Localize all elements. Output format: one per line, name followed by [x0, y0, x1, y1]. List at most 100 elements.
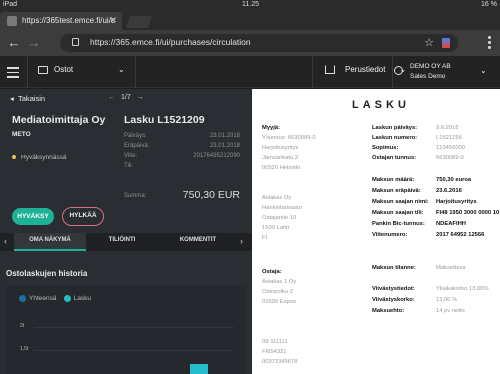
- next-arrow-icon[interactable]: →: [137, 94, 144, 101]
- cart-icon: [38, 65, 48, 74]
- bar-lasku[interactable]: [190, 363, 208, 374]
- tab-title: https://365test.emce.fi/ui/c: [22, 16, 115, 25]
- extension-icon[interactable]: [442, 38, 450, 48]
- field-value: L1521256: [436, 135, 462, 141]
- field-value: 9.6.2016: [436, 125, 459, 131]
- customer-block: Asiakas Oy Hankintaosasto Ostajantie 10 …: [262, 193, 302, 243]
- field-value: 2017 64952 12566: [436, 232, 485, 238]
- seller-line: Jämsänkatu 2: [262, 155, 299, 161]
- tab-kommentit[interactable]: KOMMENTIT: [158, 237, 238, 243]
- invoice-sum: Summa: 750,30 EUR: [124, 189, 240, 201]
- meta-row: Päiväys: 23.01.2018: [124, 133, 240, 143]
- browser-tab-strip: https://365test.emce.fi/ui/c ✕: [0, 10, 500, 30]
- buyer-line: Ostopolku 2: [262, 289, 293, 295]
- pager: ← 1/7 →: [108, 94, 144, 101]
- status-badge: Hyväksynnässä: [12, 154, 67, 161]
- prev-arrow-icon[interactable]: ←: [108, 94, 115, 101]
- field-value: 750,30 euroa: [436, 177, 472, 183]
- meta-row: Tili:: [124, 163, 240, 173]
- app-header: Ostot ⌄ Perustiedot ⌄ DEMO OY AB Sales De…: [0, 56, 500, 88]
- field-label: Maksun eräpäivä:: [372, 188, 421, 194]
- tab-oma-nakyma[interactable]: OMA NÄKYMÄ: [14, 237, 86, 243]
- customer-line: Hankintaosasto: [262, 205, 302, 211]
- divider: [312, 56, 313, 88]
- divider: [27, 56, 28, 88]
- field-label: Viivästyskorko:: [372, 297, 415, 303]
- hamburger-menu-icon[interactable]: [7, 67, 19, 81]
- contact-line: FI654321: [262, 349, 287, 355]
- legend-swatch[interactable]: [63, 295, 71, 302]
- status-label: Hyväksynnässä: [21, 154, 67, 161]
- address-bar[interactable]: https://365.emce.fi/ui/purchases/circula…: [60, 34, 458, 52]
- field-value: 123456000: [436, 145, 466, 151]
- close-tab-icon[interactable]: ✕: [109, 15, 117, 26]
- browser-tab-active[interactable]: https://365test.emce.fi/ui/c ✕: [0, 12, 122, 30]
- invoice-detail-panel: ◂ Takaisin ← 1/7 → Mediatoimittaja Oy METO…: [0, 89, 252, 374]
- legend-swatch[interactable]: [19, 295, 26, 302]
- field-label: Maksun tilanne:: [372, 265, 416, 271]
- customer-line: Asiakas Oy: [262, 195, 292, 201]
- customer-line: FI: [262, 235, 268, 241]
- browser-menu-icon[interactable]: [488, 36, 492, 51]
- meta-value: 20176495212090: [193, 153, 240, 159]
- field-value: Harjoitusyritys: [436, 199, 477, 205]
- chevron-down-icon: ⌄: [480, 66, 487, 75]
- battery-level: 16 %: [481, 1, 497, 8]
- seller-label: Myyjä:: [262, 125, 281, 131]
- buyer-line: 02600 Espoo: [262, 299, 297, 305]
- module-label: Ostot: [54, 65, 74, 74]
- tabs-right-arrow-icon[interactable]: ›: [240, 236, 243, 246]
- user-name: Sales Demo: [410, 73, 446, 80]
- field-label: Laskun päiväys:: [372, 125, 418, 131]
- meta-label: Viite:: [124, 153, 138, 159]
- chevron-down-icon: ⌄: [118, 65, 125, 74]
- meta-label: Päiväys:: [124, 133, 147, 139]
- customer-line: 1500 Lahti: [262, 225, 290, 231]
- field-value: Maksettava: [436, 265, 466, 271]
- customer-line: Ostajantie 10: [262, 215, 297, 221]
- field-value: 13,00 %: [436, 297, 458, 303]
- invoice-meta: Päiväys: 23.01.2018 Eräpäivä: 23.01.2018 V…: [124, 133, 240, 173]
- field-value: FI48 1950 3000 0000 10: [436, 210, 500, 216]
- legend-label: Yhteensä: [29, 295, 57, 303]
- sum-value: 750,30 EUR: [182, 189, 240, 201]
- company-user-selector[interactable]: DEMO OY AB Sales Demo ⌄: [394, 62, 487, 82]
- screen: iPad 11.25 16 % https://365test.emce.fi/…: [0, 0, 500, 374]
- field-label: Sopimus:: [372, 145, 399, 151]
- field-value: Yliaikakorko 13,00%: [436, 286, 489, 292]
- tabs-left-arrow-icon[interactable]: ‹: [4, 236, 7, 246]
- bookmark-star-icon[interactable]: ☆: [424, 36, 434, 49]
- buyer-label: Ostaja:: [262, 269, 282, 275]
- field-value: 14 pv netto: [436, 308, 465, 314]
- pager-label: 1/7: [121, 94, 131, 101]
- module-selector[interactable]: Ostot ⌄: [38, 65, 125, 74]
- field-label: Viivästystiedot:: [372, 286, 415, 292]
- reject-button[interactable]: HYLKÄÄ: [62, 207, 104, 226]
- forward-arrow-icon[interactable]: →: [26, 35, 42, 51]
- meta-value: 23.01.2018: [209, 143, 240, 149]
- legend-label: Lasku: [73, 295, 92, 303]
- status-dot-icon: [12, 155, 16, 160]
- url-text[interactable]: https://365.emce.fi/ui/purchases/circula…: [90, 37, 251, 47]
- tab-tiliointi[interactable]: TILIÖINTI: [86, 237, 158, 243]
- invoice-document: LASKU Myyjä: Y-tunnus: 6630089-0 Harjoit…: [252, 89, 500, 374]
- field-label: Maksun saajan nimi:: [372, 199, 429, 205]
- contact-line: 09-111111: [262, 339, 288, 345]
- seller-block: Myyjä: Y-tunnus: 6630089-0 Harjoitusyrit…: [262, 123, 316, 173]
- company-name: DEMO OY AB: [410, 63, 451, 70]
- back-arrow-icon[interactable]: ←: [6, 35, 22, 51]
- approve-button[interactable]: HYVÄKSY: [12, 208, 54, 225]
- meta-label: Tili:: [124, 163, 134, 169]
- document-title: LASKU: [352, 99, 410, 111]
- browser-toolbar: ← → https://365.emce.fi/ui/purchases/cir…: [0, 30, 500, 56]
- divider: [392, 56, 393, 88]
- user-icon: [394, 66, 403, 75]
- field-label: Ostajan tunnus:: [372, 155, 417, 161]
- new-tab-button[interactable]: [125, 16, 153, 28]
- field-label: Laskun numero:: [372, 135, 418, 141]
- meta-row: Viite: 20176495212090: [124, 153, 240, 163]
- y-tick-label: 2t: [20, 323, 25, 329]
- back-button[interactable]: ◂ Takaisin: [10, 94, 45, 103]
- meta-label: Eräpäivä:: [124, 143, 150, 149]
- sum-label: Summa:: [124, 193, 147, 199]
